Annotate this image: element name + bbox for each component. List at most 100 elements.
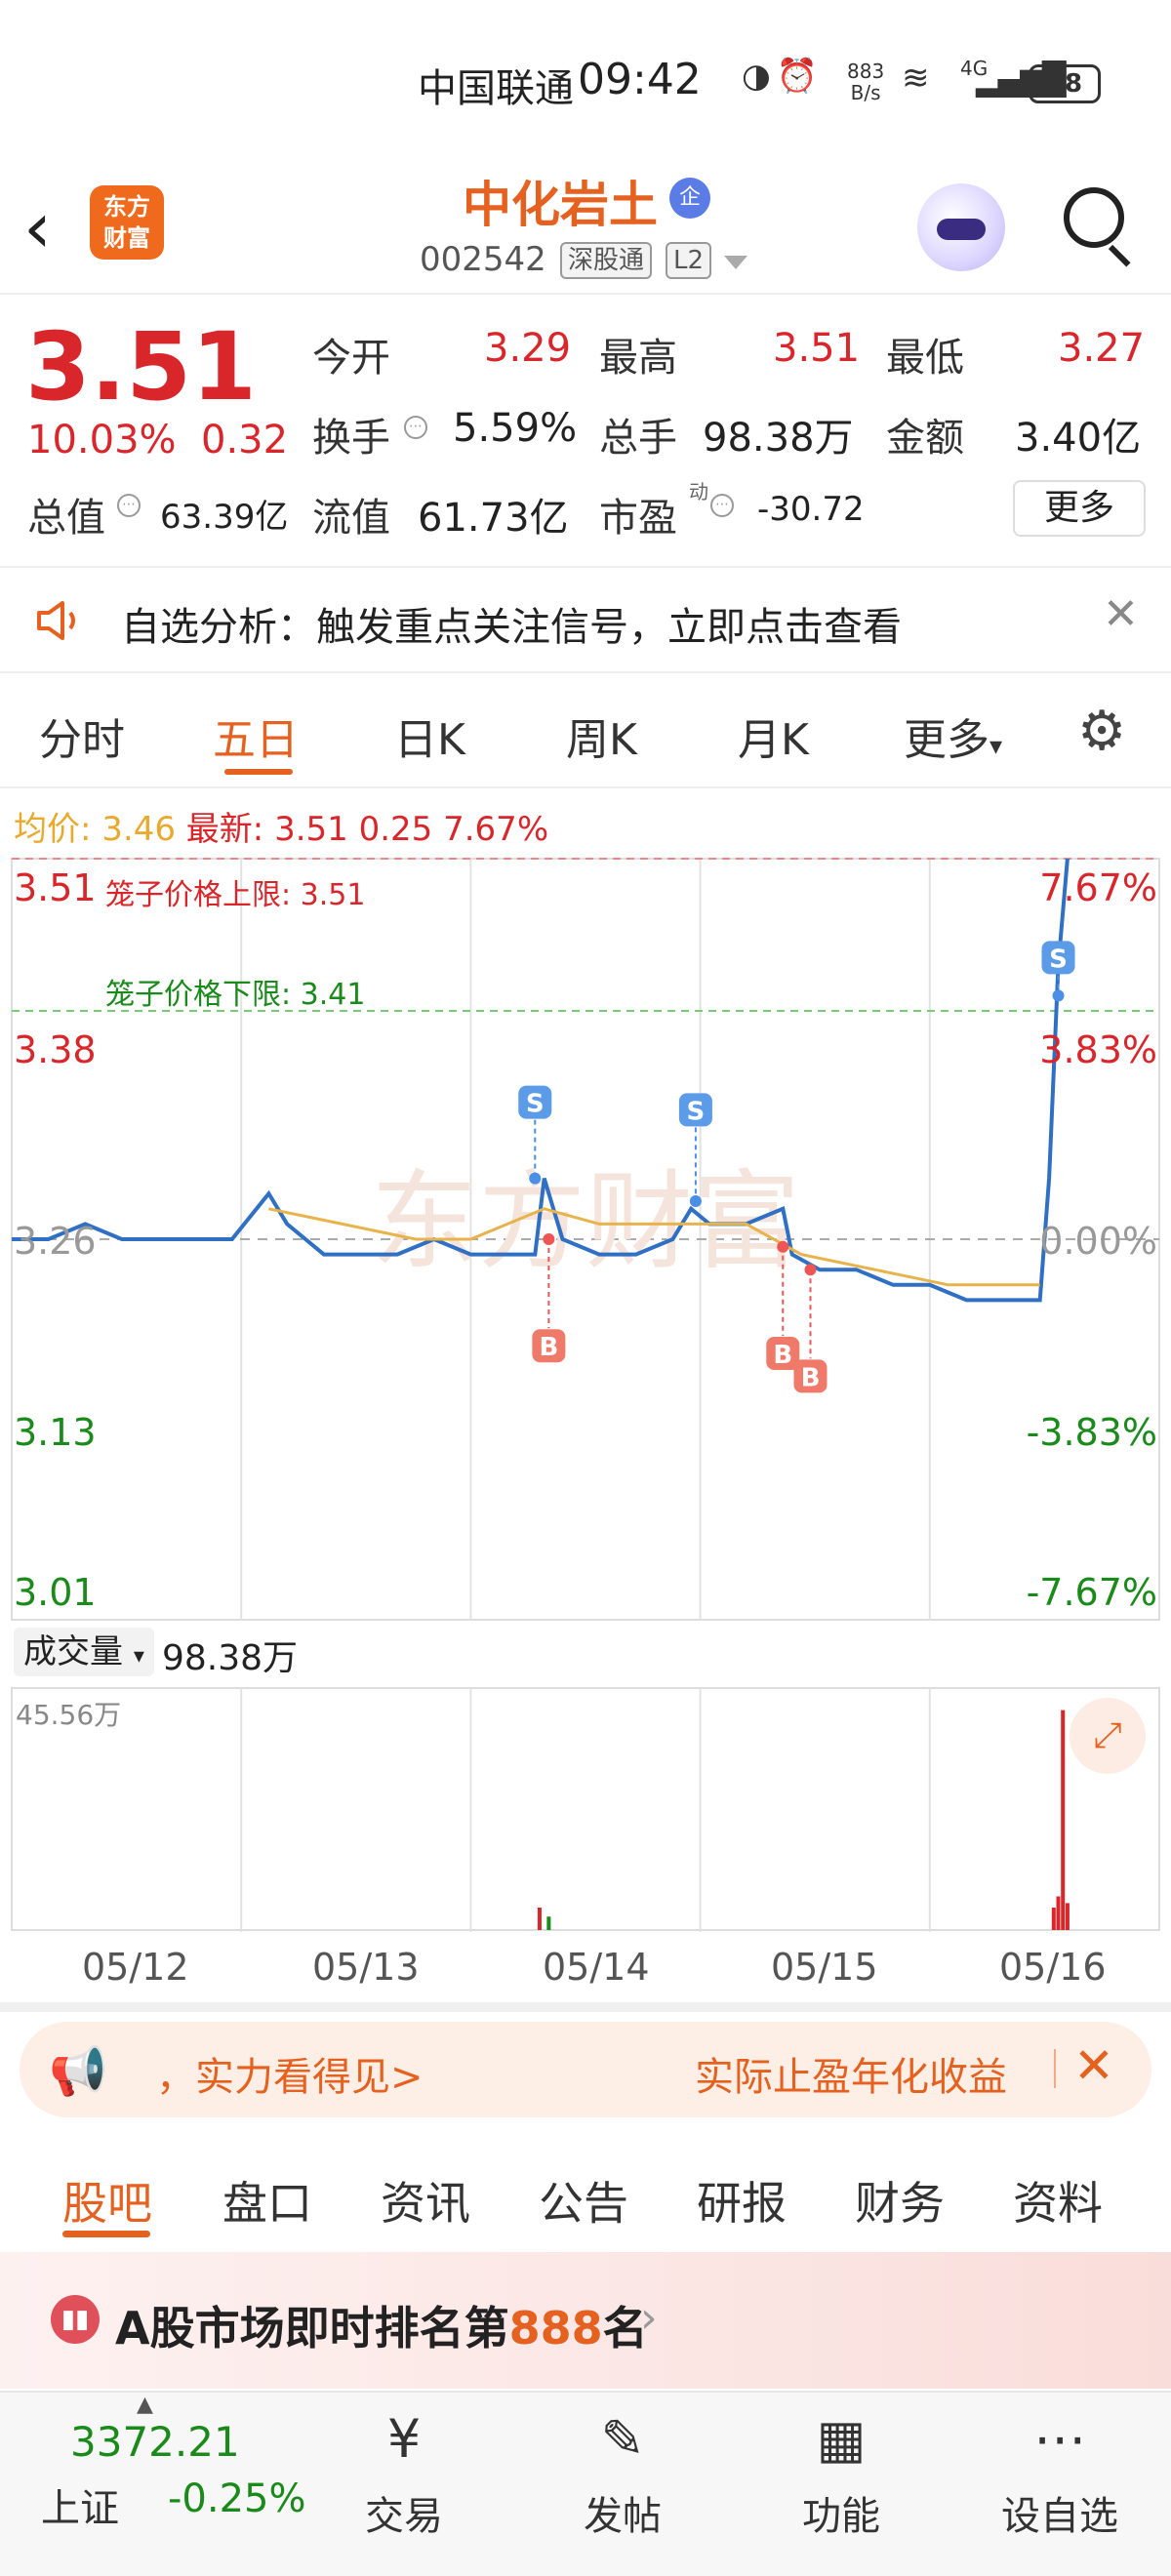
index-value[interactable]: 3372.21 xyxy=(70,2418,240,2466)
tab-intraday[interactable]: 分时 xyxy=(39,704,125,767)
y-tick-right-3: -3.83% xyxy=(1026,1411,1157,1454)
volume-bar xyxy=(537,1908,542,1930)
active-tab-indicator xyxy=(62,2231,150,2237)
pe-label: 市盈 xyxy=(599,496,677,541)
back-icon[interactable]: ‹ xyxy=(23,192,52,262)
caret-up-icon[interactable]: ▲ xyxy=(137,2393,153,2417)
tab-profile[interactable]: 资料 xyxy=(1013,2168,1103,2233)
latest-value: 3.51 xyxy=(274,810,348,849)
pe-value: -30.72 xyxy=(757,490,865,529)
bar-chart-icon: ▮▮ xyxy=(51,2295,100,2344)
alarm-icon: ⏰ xyxy=(776,57,825,96)
tab-daily-k[interactable]: 日K xyxy=(394,704,465,767)
volume-label: 总手 xyxy=(599,416,677,461)
nav-add-watch[interactable]: 设自选 xyxy=(982,2484,1138,2541)
x-date-1: 05/13 xyxy=(312,1946,420,1989)
search-icon-handle xyxy=(1108,244,1131,267)
tab-research[interactable]: 研报 xyxy=(697,2168,787,2233)
tab-guba[interactable]: 股吧 xyxy=(62,2168,152,2233)
change-amount: 0.32 xyxy=(201,418,289,463)
ad-text-secondary[interactable]: 实际止盈年化收益 xyxy=(695,2045,1007,2102)
chevron-down-icon[interactable] xyxy=(724,256,747,269)
tab-more[interactable]: 更多▾ xyxy=(904,704,1002,767)
sell-marker-label: S xyxy=(1049,945,1068,974)
caret-down-icon: ▾ xyxy=(989,732,1003,761)
current-price: 3.51 xyxy=(25,312,257,422)
volume-bar xyxy=(1065,1903,1070,1930)
assistant-robot-icon[interactable] xyxy=(917,183,1005,271)
volume-value: 98.38万 xyxy=(703,416,854,461)
clock: 09:42 xyxy=(578,55,702,104)
info-icon[interactable]: ⋯ xyxy=(710,494,734,517)
turnover-value: 5.59% xyxy=(453,406,578,451)
gear-icon[interactable]: ⚙ xyxy=(1077,704,1126,759)
volume-bar xyxy=(546,1916,551,1930)
chevron-right-icon[interactable]: › xyxy=(640,2293,658,2343)
sell-marker-dot xyxy=(529,1172,542,1185)
stock-name: 中化岩土 xyxy=(463,177,658,233)
sell-marker-label: S xyxy=(526,1090,545,1119)
total-mv-label: 总值 xyxy=(27,496,105,541)
buy-marker-dot xyxy=(777,1240,789,1253)
nav-trade[interactable]: 交易 xyxy=(326,2484,482,2541)
more-button[interactable]: 更多 xyxy=(1013,480,1146,537)
rank-prefix: A股市场即时排名第 xyxy=(115,2302,509,2355)
close-icon[interactable]: ✕ xyxy=(1103,589,1139,639)
float-mv-value: 61.73亿 xyxy=(418,496,569,541)
more-icon[interactable]: ⋯ xyxy=(1023,2402,1097,2476)
buy-marker-label: B xyxy=(773,1341,792,1370)
index-change[interactable]: -0.25% xyxy=(168,2476,306,2521)
tab-monthly-k[interactable]: 月K xyxy=(738,704,809,767)
nav-post[interactable]: 发帖 xyxy=(545,2484,701,2541)
speaker-icon xyxy=(37,601,75,640)
stock-header: ‹ 东方 财富 中化岩土 企 002542 深股通 L2 xyxy=(0,166,1171,293)
latest-percent: 7.67% xyxy=(443,810,549,849)
edit-icon[interactable]: ✎ xyxy=(586,2402,660,2476)
level2-tag: L2 xyxy=(666,242,712,279)
divider xyxy=(1054,2049,1056,2088)
status-bar: 中国联通 09:42 ◑⏰ 883 B/s ≋ 4G ▂▄▆█ 28 xyxy=(0,0,1171,166)
expand-icon[interactable]: ⤢ xyxy=(1070,1698,1146,1774)
sz-connect-tag: 深股通 xyxy=(560,242,653,279)
buy-marker-label: B xyxy=(801,1363,821,1392)
volume-bar xyxy=(1051,1908,1056,1930)
sell-marker-dot xyxy=(689,1195,702,1207)
logo-line1: 东方 xyxy=(103,193,150,221)
rank-number: 888 xyxy=(508,2302,603,2355)
change-percent: 10.03% xyxy=(27,418,177,463)
latest-change: 0.25 xyxy=(358,810,433,849)
upper-limit-label: 笼子价格上限: 3.51 xyxy=(105,878,366,912)
ad-text-primary[interactable]: ，实力看得见> xyxy=(156,2045,424,2102)
tab-pankou[interactable]: 盘口 xyxy=(222,2168,312,2233)
avg-label: 均价: xyxy=(14,810,92,849)
buy-marker-label: B xyxy=(539,1333,558,1362)
divider xyxy=(0,293,1171,295)
chart-legend: 均价: 3.46 最新: 3.51 0.25 7.67% xyxy=(14,802,548,850)
tab-announcements[interactable]: 公告 xyxy=(539,2168,628,2233)
notice-text[interactable]: 自选分析：触发重点关注信号，立即点击查看 xyxy=(121,595,902,652)
brand-logo[interactable]: 东方 财富 xyxy=(90,185,164,260)
float-mv-label: 流值 xyxy=(312,496,390,541)
trade-icon[interactable]: ¥ xyxy=(367,2402,441,2476)
volume-selector[interactable]: 成交量 ▾ xyxy=(14,1628,154,1676)
info-icon[interactable]: ⋯ xyxy=(404,416,427,439)
close-icon[interactable]: ✕ xyxy=(1073,2037,1114,2094)
grid-icon[interactable]: ▦ xyxy=(804,2402,878,2476)
info-icon[interactable]: ⋯ xyxy=(117,494,141,517)
net-speed-value: 883 xyxy=(847,60,885,83)
x-date-0: 05/12 xyxy=(82,1946,189,1989)
search-icon[interactable] xyxy=(1064,187,1124,248)
tab-financials[interactable]: 财务 xyxy=(855,2168,945,2233)
battery-icon: 28 xyxy=(1029,64,1101,103)
net-speed: 883 B/s xyxy=(847,60,884,103)
tab-news[interactable]: 资讯 xyxy=(381,2168,470,2233)
y-tick-right-2: 0.00% xyxy=(1039,1220,1157,1263)
rank-text[interactable]: A股市场即时排名第888名 xyxy=(115,2293,648,2357)
index-name[interactable]: 上证 xyxy=(41,2476,119,2533)
nav-functions[interactable]: 功能 xyxy=(763,2484,919,2541)
buy-marker-dot xyxy=(543,1233,555,1245)
tab-five-day[interactable]: 五日 xyxy=(213,704,299,767)
volume-bar xyxy=(1056,1896,1061,1930)
y-tick-left-4: 3.01 xyxy=(14,1571,97,1614)
tab-weekly-k[interactable]: 周K xyxy=(566,704,637,767)
